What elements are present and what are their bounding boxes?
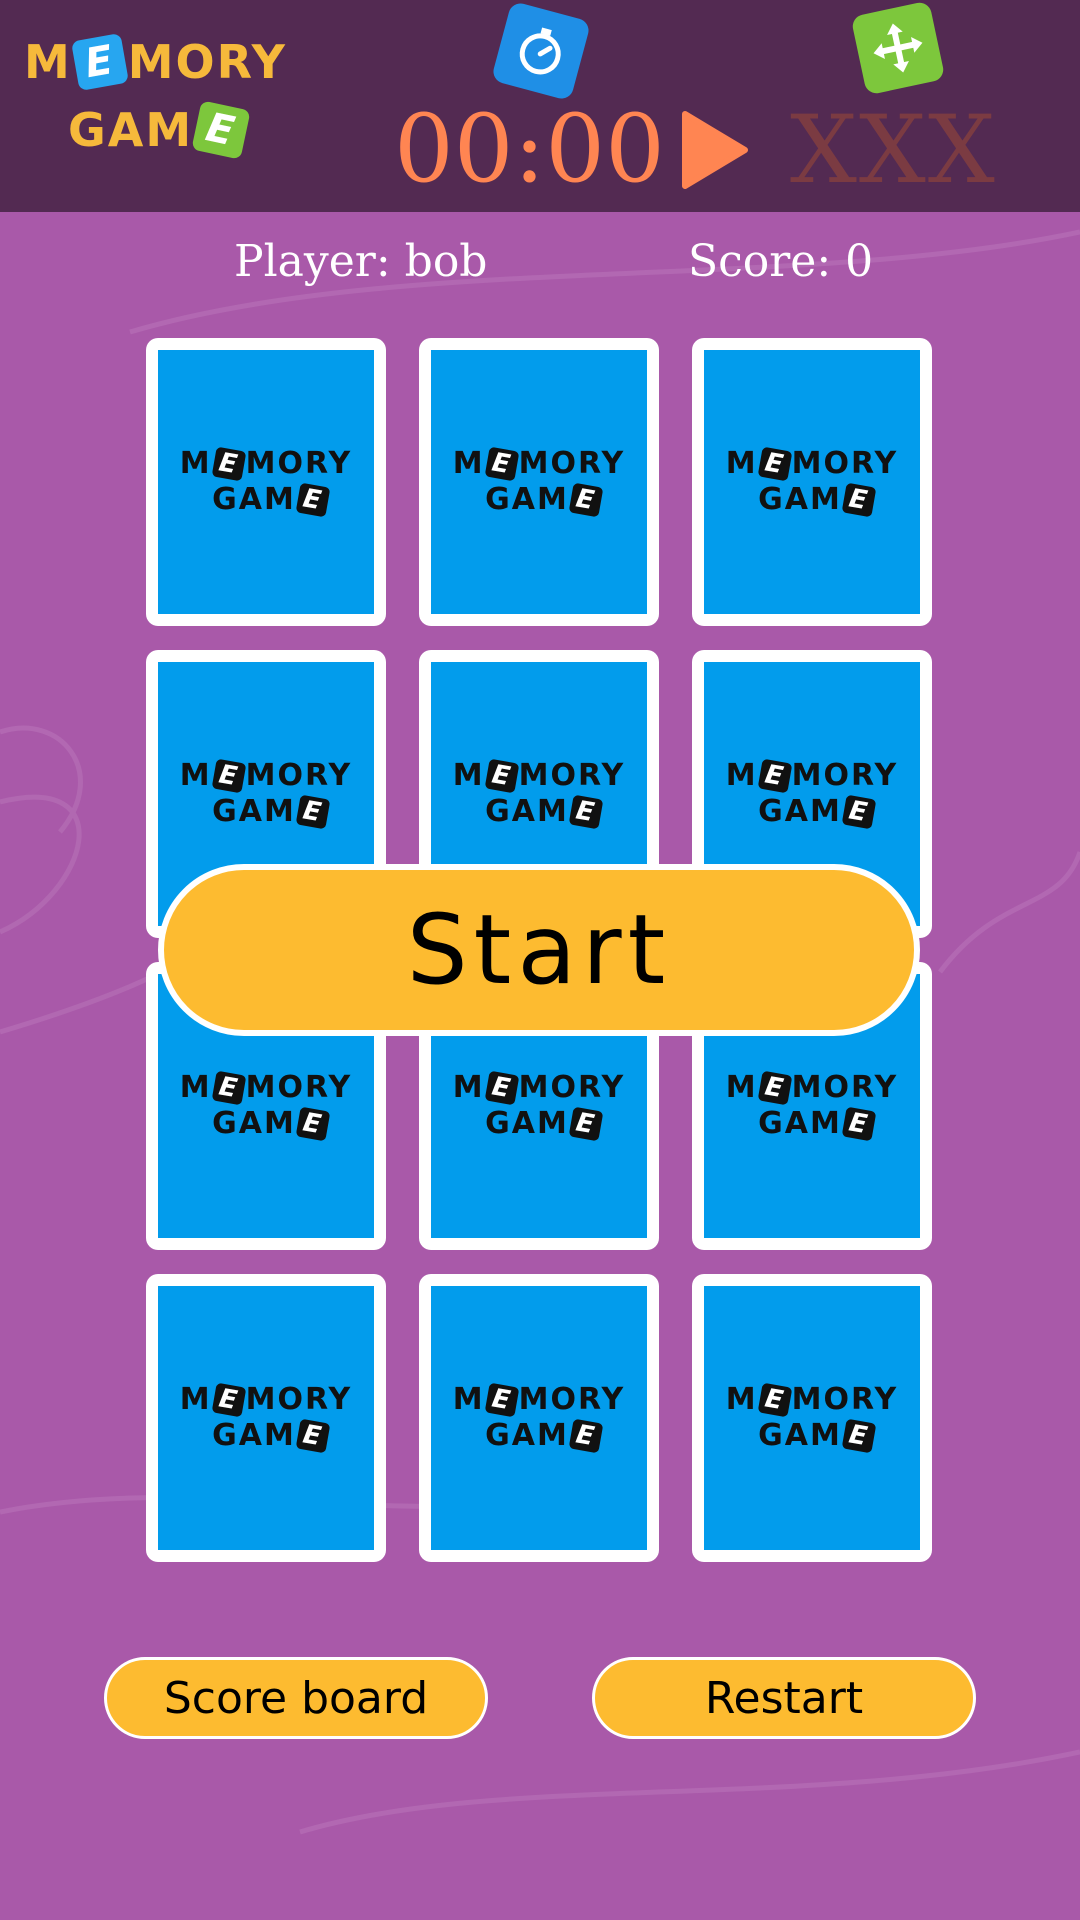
memory-card[interactable]: M E MORY GAM E: [146, 338, 386, 626]
restart-button[interactable]: Restart: [592, 1657, 976, 1739]
card-back-logo: M E MORY GAM E: [704, 350, 920, 614]
header-bar: M E MORY GAM E 00:00 XXX: [0, 0, 1080, 212]
lives-indicator: XXX: [790, 96, 997, 205]
card-back-logo: M E MORY GAM E: [431, 350, 647, 614]
memory-game-logo: M E MORY GAM E: [24, 30, 304, 170]
memory-card[interactable]: M E MORY GAM E: [419, 1274, 659, 1562]
memory-card[interactable]: M E MORY GAM E: [692, 1274, 932, 1562]
card-back-logo: M E MORY GAM E: [158, 1286, 374, 1550]
timer-display: 00:00: [394, 100, 749, 200]
memory-card[interactable]: M E MORY GAM E: [146, 1274, 386, 1562]
move-arrows-icon[interactable]: [850, 0, 946, 96]
card-back-logo: M E MORY GAM E: [158, 350, 374, 614]
play-icon[interactable]: [679, 110, 749, 190]
stopwatch-icon: [490, 0, 592, 102]
card-back-logo: M E MORY GAM E: [431, 1286, 647, 1550]
memory-card[interactable]: M E MORY GAM E: [419, 338, 659, 626]
card-back-logo: M E MORY GAM E: [704, 1286, 920, 1550]
player-name: Player: bob: [234, 236, 488, 287]
scoreboard-button[interactable]: Score board: [104, 1657, 488, 1739]
timer-value: 00:00: [394, 95, 665, 204]
memory-card[interactable]: M E MORY GAM E: [692, 338, 932, 626]
score-value: Score: 0: [688, 236, 874, 287]
start-button[interactable]: Start: [158, 864, 920, 1036]
